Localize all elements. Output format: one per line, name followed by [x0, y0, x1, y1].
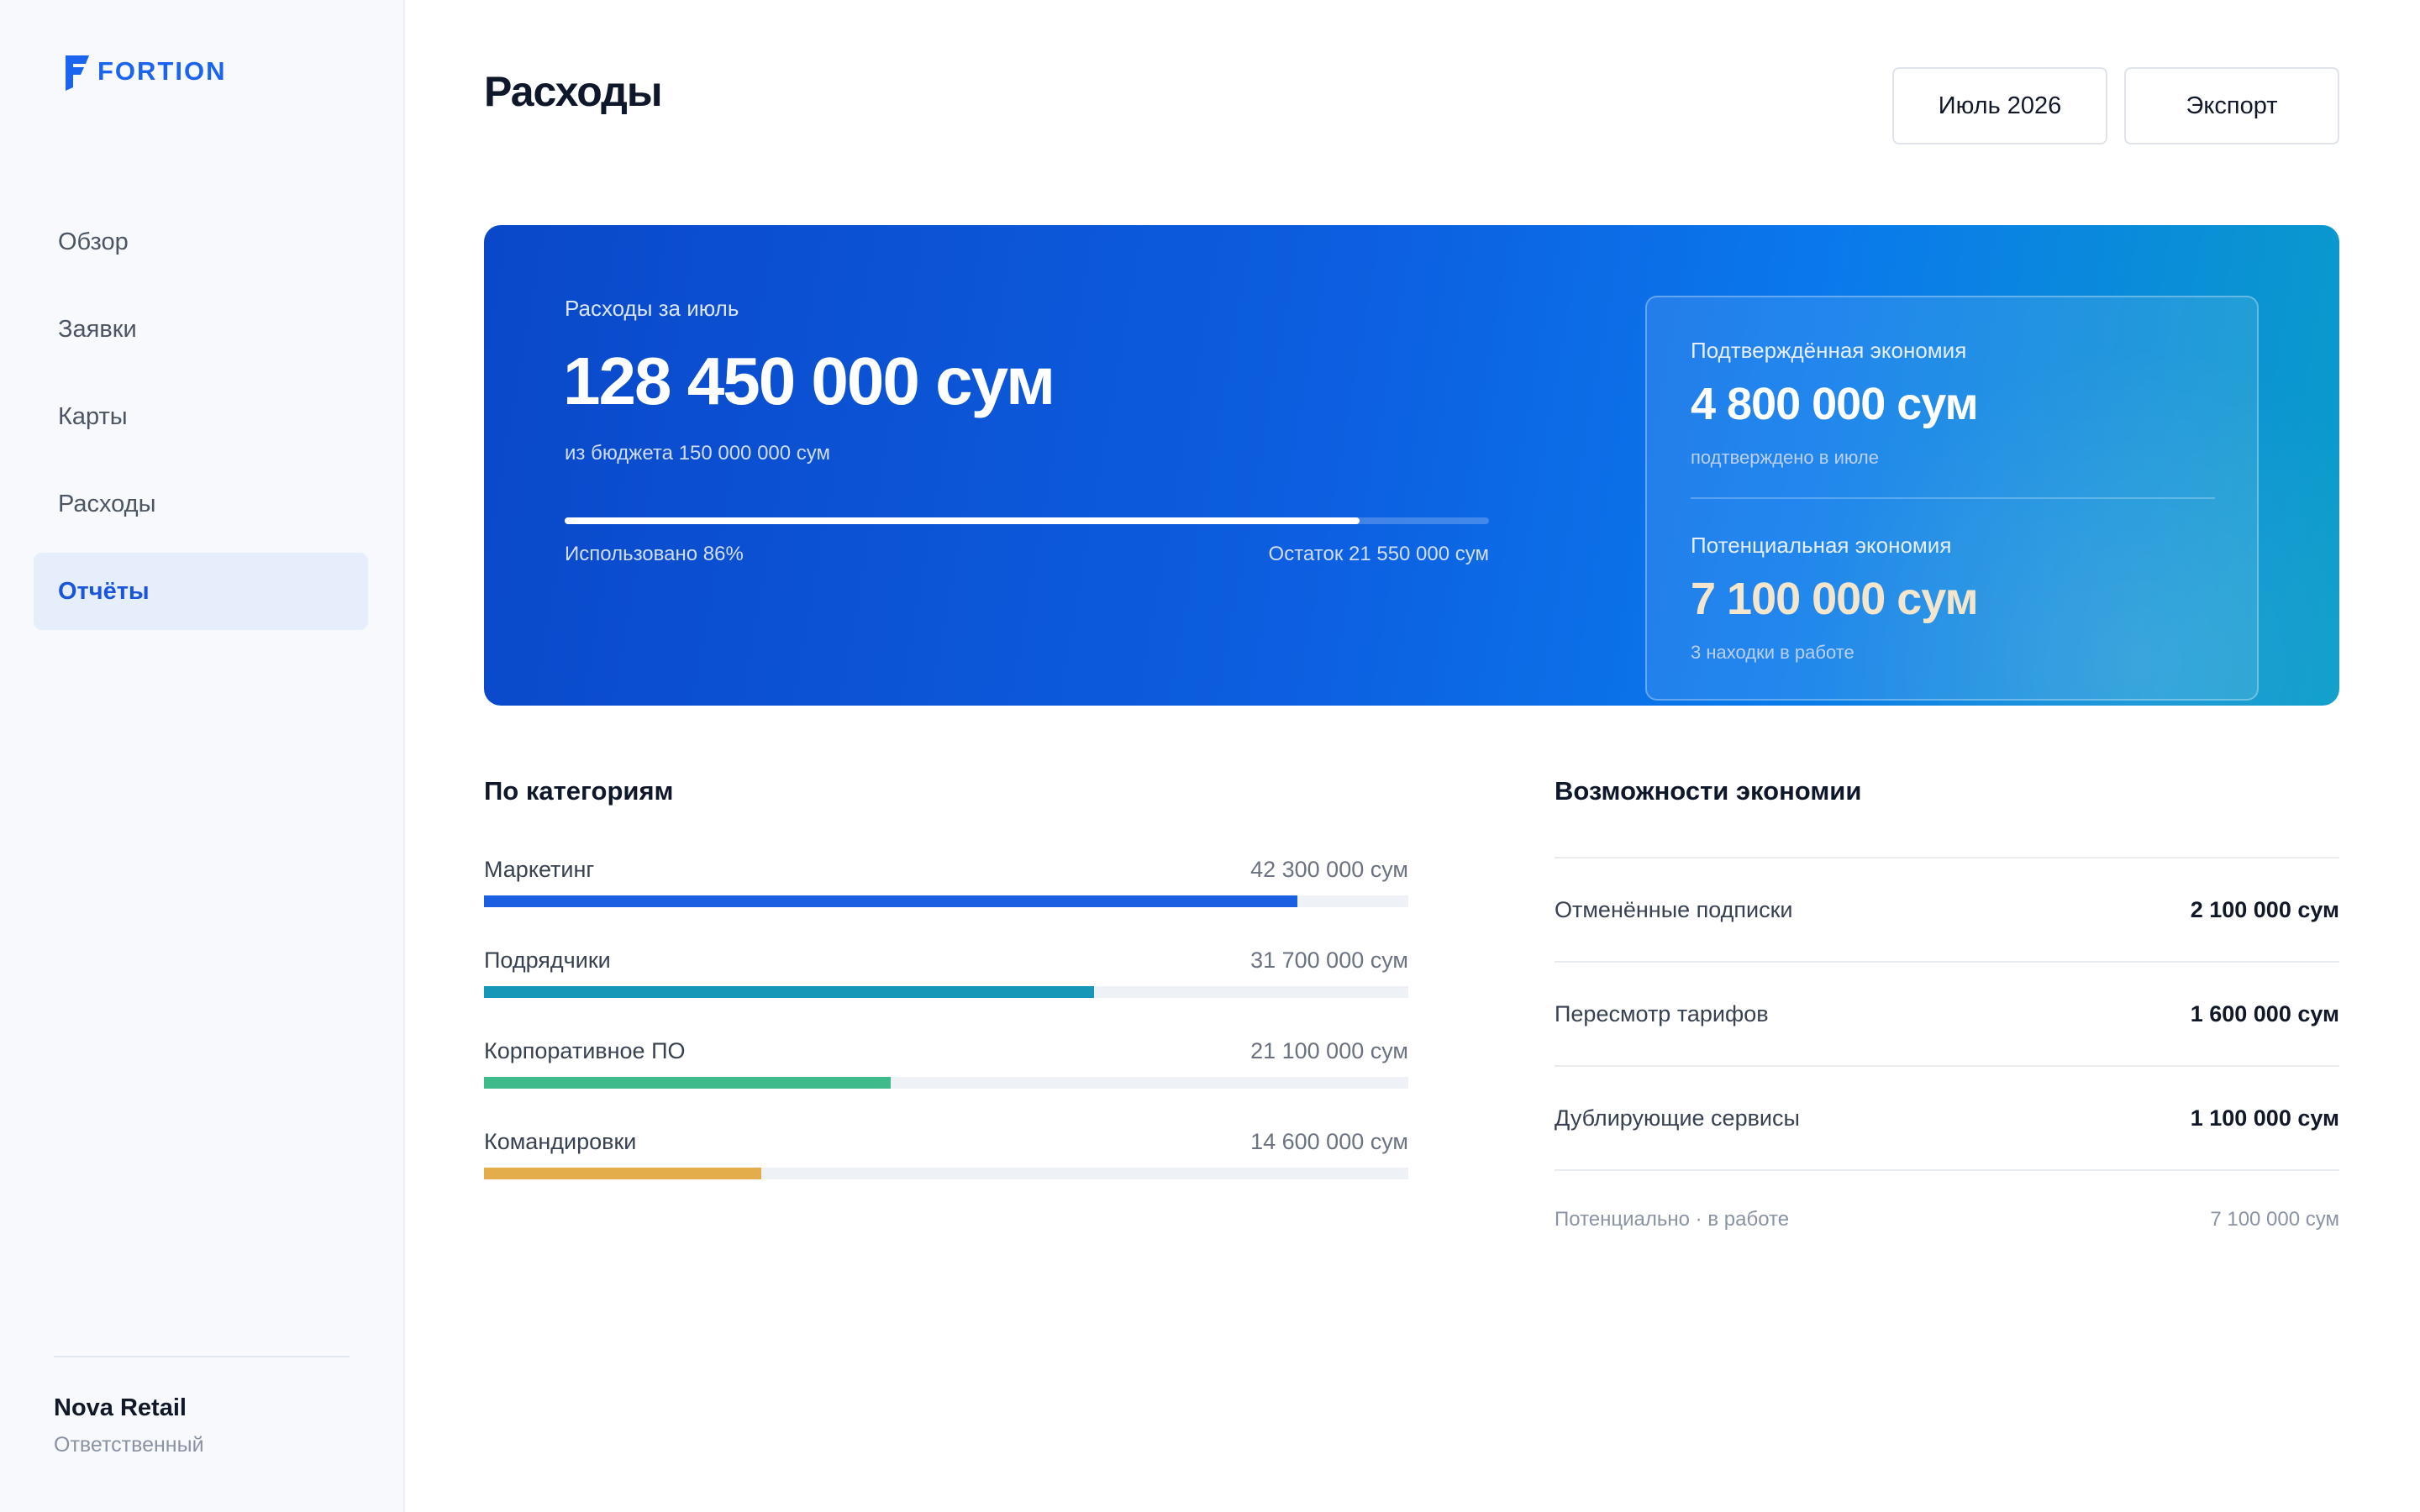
- savings-row[interactable]: Дублирующие сервисы 1 100 000 сум: [1555, 1105, 2339, 1139]
- sidebar-divider: [54, 1356, 350, 1357]
- category-bar-track: [484, 895, 1408, 907]
- savings-title: Возможности экономии: [1555, 776, 1862, 806]
- category-bar-track: [484, 986, 1408, 998]
- sidebar-item-requests[interactable]: Заявки: [34, 291, 368, 368]
- confirmed-savings-amount: 4 800 000 сум: [1691, 379, 1979, 429]
- category-row[interactable]: Корпоративное ПО 21 100 000 сум: [484, 1038, 1408, 1122]
- potential-savings-label: Потенциальная экономия: [1691, 533, 1952, 558]
- category-value: 14 600 000 сум: [1250, 1129, 1408, 1154]
- app-root: FORTION Обзор Заявки Карты Расходы Отчёт…: [0, 0, 2420, 1512]
- sidebar-item-expenses[interactable]: Расходы: [34, 465, 368, 543]
- budget-used-label: Использовано 86%: [565, 543, 744, 565]
- org-name[interactable]: Nova Retail: [54, 1394, 187, 1422]
- logo[interactable]: FORTION: [60, 52, 227, 91]
- budget-note: из бюджета 150 000 000 сум: [565, 442, 831, 465]
- category-bar-track: [484, 1077, 1408, 1089]
- sidebar-nav: Обзор Заявки Карты Расходы Отчёты: [34, 203, 368, 640]
- savings-name: Дублирующие сервисы: [1555, 1105, 1800, 1131]
- savings-value: 1 600 000 сум: [2190, 1001, 2339, 1026]
- category-row[interactable]: Подрядчики 31 700 000 сум: [484, 948, 1408, 1032]
- confirmed-savings-label: Подтверждённая экономия: [1691, 338, 1967, 363]
- brand-name: FORTION: [97, 56, 227, 86]
- savings-value: 2 100 000 сум: [2190, 897, 2339, 922]
- page-title: Расходы: [484, 68, 663, 115]
- savings-row[interactable]: Пересмотр тарифов 1 600 000 сум: [1555, 1001, 2339, 1035]
- fortion-logo-icon: [66, 55, 89, 91]
- org-role: Ответственный: [54, 1433, 204, 1457]
- savings-name: Пересмотр тарифов: [1555, 1001, 1769, 1026]
- summary-amount: 128 450 000 сум: [563, 344, 1055, 418]
- panel-divider: [1691, 497, 2215, 499]
- potential-savings-amount: 7 100 000 сум: [1691, 574, 1979, 624]
- category-value: 31 700 000 сум: [1250, 948, 1408, 973]
- sidebar-item-reports[interactable]: Отчёты: [34, 553, 368, 630]
- sidebar: FORTION Обзор Заявки Карты Расходы Отчёт…: [0, 0, 405, 1512]
- category-name: Подрядчики: [484, 948, 611, 973]
- sidebar-item-cards[interactable]: Карты: [34, 378, 368, 455]
- category-value: 42 300 000 сум: [1250, 857, 1408, 882]
- budget-progress-bar: [565, 517, 1489, 524]
- savings-footer-label: Потенциально · в работе: [1555, 1208, 1790, 1231]
- category-bar-fill: [484, 986, 1094, 998]
- sidebar-item-overview[interactable]: Обзор: [34, 203, 368, 281]
- summary-label: Расходы за июль: [565, 296, 739, 321]
- savings-divider: [1555, 961, 2339, 963]
- category-bar-fill: [484, 1168, 761, 1179]
- category-bar-fill: [484, 1077, 891, 1089]
- savings-divider: [1555, 857, 2339, 858]
- savings-divider: [1555, 1169, 2339, 1171]
- category-row[interactable]: Маркетинг 42 300 000 сум: [484, 857, 1408, 941]
- month-picker-button[interactable]: Июль 2026: [1892, 67, 2107, 144]
- category-value: 21 100 000 сум: [1250, 1038, 1408, 1063]
- category-name: Командировки: [484, 1129, 637, 1154]
- category-name: Маркетинг: [484, 857, 595, 882]
- savings-name: Отменённые подписки: [1555, 897, 1793, 922]
- savings-row[interactable]: Отменённые подписки 2 100 000 сум: [1555, 897, 2339, 931]
- summary-card: Расходы за июль 128 450 000 сум из бюдже…: [484, 225, 2339, 706]
- savings-footer-value: 7 100 000 сум: [2210, 1208, 2339, 1231]
- savings-value: 1 100 000 сум: [2190, 1105, 2339, 1131]
- savings-summary-panel: Подтверждённая экономия 4 800 000 сум по…: [1645, 296, 2259, 701]
- potential-savings-note: 3 находки в работе: [1691, 642, 1854, 663]
- category-bar-track: [484, 1168, 1408, 1179]
- export-button[interactable]: Экспорт: [2124, 67, 2339, 144]
- confirmed-savings-note: подтверждено в июле: [1691, 447, 1879, 468]
- categories-title: По категориям: [484, 776, 674, 806]
- budget-remaining-label: Остаток 21 550 000 сум: [1268, 543, 1489, 565]
- category-name: Корпоративное ПО: [484, 1038, 686, 1063]
- category-row[interactable]: Командировки 14 600 000 сум: [484, 1129, 1408, 1213]
- savings-divider: [1555, 1065, 2339, 1067]
- category-bar-fill: [484, 895, 1297, 907]
- budget-progress-fill: [565, 517, 1360, 524]
